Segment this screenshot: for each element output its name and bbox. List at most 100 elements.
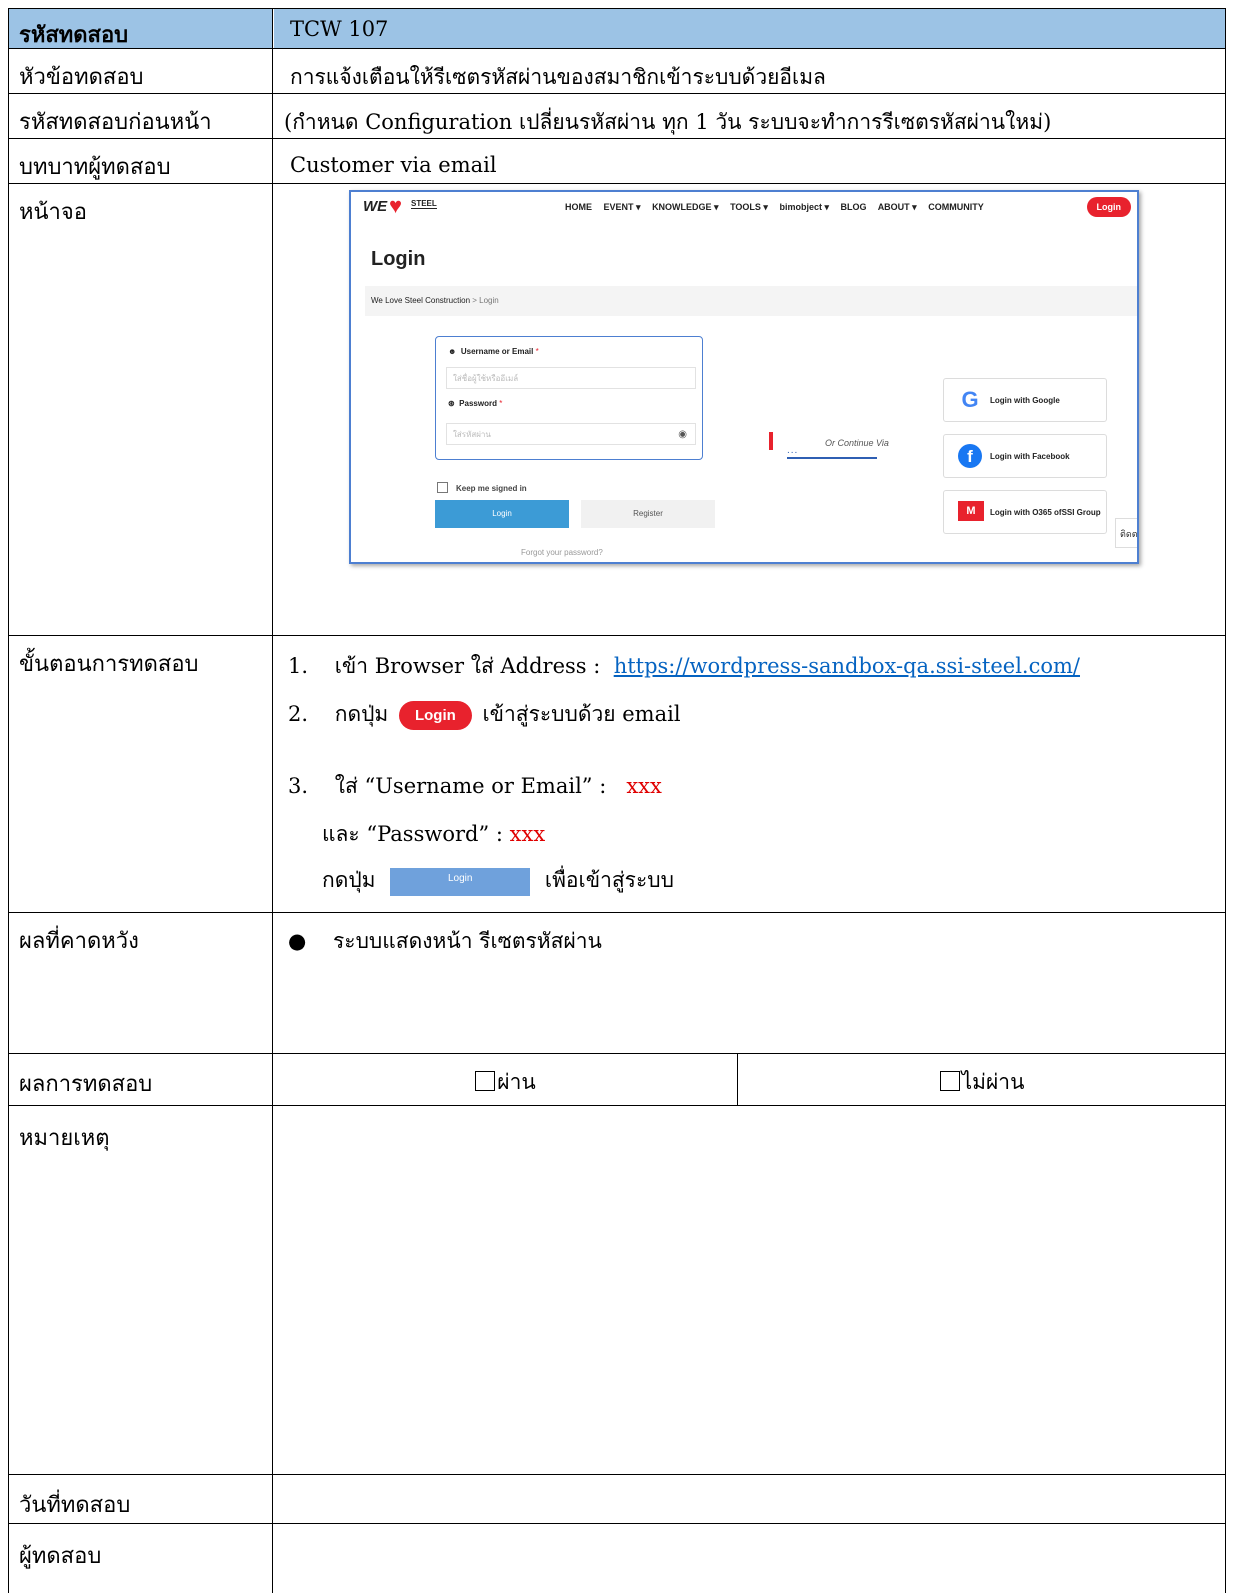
keep-signed-checkbox[interactable]	[437, 482, 448, 493]
facebook-icon: f	[958, 444, 982, 468]
prereq-value: (กำหนด Configuration เปลี่ยนรหัสผ่าน ทุก…	[284, 110, 1052, 134]
step-2: 2. กดปุ่ม Login เข้าสู่ระบบด้วย email	[288, 698, 681, 731]
o365-login-button[interactable]: M Login with O365 of SSI Group	[943, 490, 1107, 534]
date-label: วันที่ทดสอบ	[9, 1475, 273, 1523]
bullet-icon: ●	[288, 929, 307, 953]
screen-row: หน้าจอ WE ♥ STEEL HOME EVENT ▾ KNOWLEDGE…	[9, 184, 1225, 636]
step-3-text: ใส่ “Username or Email” :	[334, 774, 607, 798]
eye-icon[interactable]: ◉	[678, 424, 687, 446]
prereq-row: รหัสทดสอบก่อนหน้า (กำหนด Configuration เ…	[9, 94, 1225, 139]
tester-value[interactable]	[274, 1524, 1225, 1593]
topic-value: การแจ้งเตือนให้รีเซตรหัสผ่านของสมาชิกเข้…	[290, 65, 826, 89]
breadcrumb-current: Login	[479, 296, 499, 305]
fail-cell: ไม่ผ่าน	[739, 1054, 1225, 1105]
step-2-post: เข้าสู่ระบบด้วย email	[482, 702, 681, 726]
password-label-row: ⊛ Password *	[448, 399, 502, 408]
sandbox-url-link[interactable]: https://wordpress-sandbox-qa.ssi-steel.c…	[614, 654, 1080, 678]
divider-line	[787, 445, 877, 459]
o365-line2: SSI Group	[1061, 507, 1101, 517]
nav-login-button[interactable]: Login	[1086, 197, 1131, 217]
login-title: Login	[371, 248, 426, 270]
nav-item[interactable]: KNOWLEDGE ▾	[652, 202, 719, 212]
nav-item[interactable]: BLOG	[841, 202, 867, 212]
test-id-value: TCW 107	[274, 9, 1225, 48]
nav-item[interactable]: HOME	[565, 202, 592, 212]
nav-item[interactable]: bimobject ▾	[779, 202, 829, 212]
fail-checkbox[interactable]	[939, 1071, 960, 1091]
facebook-login-label: Login with Facebook	[990, 451, 1070, 461]
register-button[interactable]: Register	[581, 500, 715, 528]
divider-accent	[769, 432, 773, 450]
o365-line1: Login with O365 of	[990, 507, 1062, 517]
keep-signed-label: Keep me signed in	[456, 484, 527, 493]
pass-checkbox[interactable]	[475, 1071, 496, 1091]
username-label-row: ☻ Username or Email *	[448, 347, 539, 356]
steps-value: 1. เข้า Browser ใส่ Address : https://wo…	[274, 636, 1225, 912]
steps-row: ขั้นตอนการทดสอบ 1. เข้า Browser ใส่ Addr…	[9, 636, 1225, 913]
forgot-password-link[interactable]: Forgot your password?	[521, 548, 603, 557]
user-icon: ☻	[448, 347, 457, 356]
site-nav: WE ♥ STEEL HOME EVENT ▾ KNOWLEDGE ▾ TOOL…	[351, 192, 1137, 224]
login-button[interactable]: Login	[435, 500, 569, 528]
step-3-submit: กดปุ่ม Login เพื่อเข้าสู่ระบบ	[322, 864, 674, 897]
header-row: รหัสทดสอบ TCW 107	[9, 9, 1225, 49]
login-page-screenshot: WE ♥ STEEL HOME EVENT ▾ KNOWLEDGE ▾ TOOL…	[349, 190, 1139, 564]
breadcrumb: We Love Steel Construction > Login	[365, 286, 1137, 316]
expected-label: ผลที่คาดหวัง	[9, 913, 273, 1053]
note-row: หมายเหตุ	[9, 1106, 1225, 1475]
step-3b-text: และ “Password” :	[322, 822, 503, 846]
tester-row: ผู้ทดสอบ	[9, 1524, 1225, 1593]
google-login-button[interactable]: G Login with Google	[943, 378, 1107, 422]
username-input[interactable]: ใส่ชื่อผู้ใช้หรืออีเมล์	[446, 367, 696, 389]
prereq-label: รหัสทดสอบก่อนหน้า	[9, 94, 273, 138]
fail-label: ไม่ผ่าน	[961, 1070, 1025, 1094]
step-1-text: เข้า Browser ใส่ Address :	[334, 654, 601, 678]
result-label: ผลการทดสอบ	[9, 1054, 273, 1105]
password-input[interactable]: ใส่รหัสผ่าน ◉	[446, 423, 696, 445]
role-value: Customer via email	[290, 153, 497, 177]
required-mark: *	[499, 399, 503, 408]
date-row: วันที่ทดสอบ	[9, 1475, 1225, 1524]
site-logo: WE	[363, 198, 388, 215]
step-1: 1. เข้า Browser ใส่ Address : https://wo…	[288, 650, 1080, 683]
step-3-password-value: xxx	[509, 822, 546, 846]
nav-item[interactable]: EVENT ▾	[604, 202, 641, 212]
steps-label: ขั้นตอนการทดสอบ	[9, 636, 273, 912]
facebook-login-button[interactable]: f Login with Facebook	[943, 434, 1107, 478]
note-value[interactable]	[274, 1106, 1225, 1474]
test-id-label: รหัสทดสอบ	[9, 9, 273, 48]
nav-item[interactable]: TOOLS ▾	[730, 202, 768, 212]
heart-logo-icon: ♥	[389, 193, 403, 218]
nav-item[interactable]: COMMUNITY	[928, 202, 984, 212]
keep-signed-in[interactable]: Keep me signed in	[437, 482, 527, 493]
google-login-label: Login with Google	[990, 395, 1060, 405]
login-blue-button-image: Login	[390, 867, 531, 896]
topic-label: หัวข้อทดสอบ	[9, 49, 273, 93]
role-label: บทบาทผู้ทดสอบ	[9, 139, 273, 183]
step-3: 3. ใส่ “Username or Email” : xxx	[288, 770, 662, 803]
note-label: หมายเหตุ	[9, 1106, 273, 1474]
nav-item[interactable]: ABOUT ▾	[878, 202, 917, 212]
breadcrumb-sep: >	[470, 296, 480, 305]
expected-row: ผลที่คาดหวัง ● ระบบแสดงหน้า รีเซตรหัสผ่า…	[9, 913, 1225, 1054]
logo-steel-text: STEEL	[411, 199, 437, 209]
step-3c-pre: กดปุ่ม	[322, 868, 376, 892]
expected-value: ● ระบบแสดงหน้า รีเซตรหัสผ่าน	[274, 913, 1225, 1053]
pass-cell: ผ่าน	[274, 1054, 738, 1105]
role-row: บทบาทผู้ทดสอบ Customer via email	[9, 139, 1225, 184]
contact-tab[interactable]: ติดต	[1115, 518, 1137, 548]
breadcrumb-home[interactable]: We Love Steel Construction	[371, 296, 470, 305]
test-case-document: รหัสทดสอบ TCW 107 หัวข้อทดสอบ การแจ้งเตื…	[8, 8, 1226, 1593]
login-pill-image: Login	[398, 701, 472, 730]
screen-value: WE ♥ STEEL HOME EVENT ▾ KNOWLEDGE ▾ TOOL…	[274, 184, 1225, 635]
step-1-num: 1.	[288, 654, 309, 678]
topic-row: หัวข้อทดสอบ การแจ้งเตือนให้รีเซตรหัสผ่าน…	[9, 49, 1225, 94]
step-2-num: 2.	[288, 702, 309, 726]
screen-label: หน้าจอ	[9, 184, 273, 635]
ssi-logo-icon: M	[958, 501, 984, 521]
pass-label: ผ่าน	[497, 1070, 536, 1094]
asterisk-circle-icon: ⊛	[448, 399, 455, 408]
google-icon: G	[961, 387, 979, 412]
step-2-pre: กดปุ่ม	[334, 702, 389, 726]
date-value[interactable]	[274, 1475, 1225, 1523]
